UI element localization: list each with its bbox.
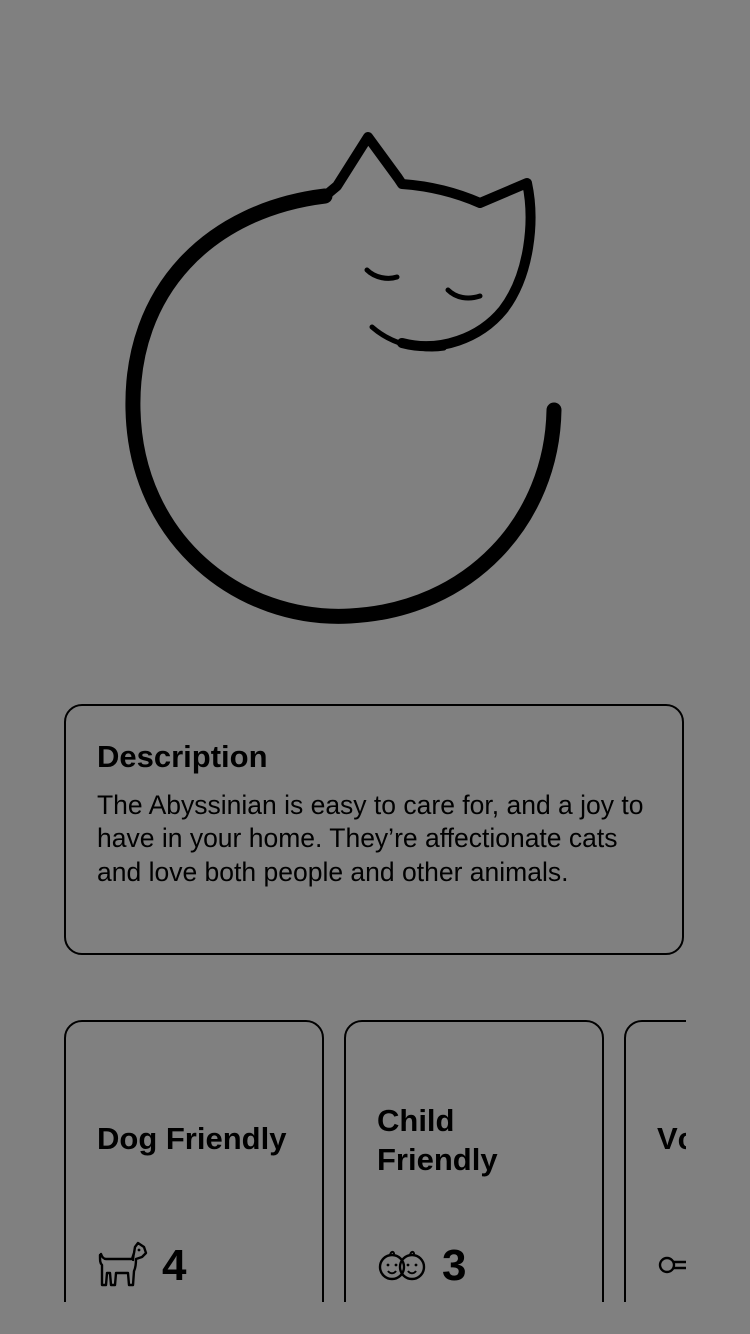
dog-icon <box>96 1239 148 1291</box>
children-faces-icon <box>376 1239 428 1291</box>
description-card: Description The Abyssinian is easy to ca… <box>64 704 684 955</box>
trait-card-partial[interactable]: Vc <box>624 1020 686 1302</box>
trait-title: Vc <box>657 1121 686 1156</box>
sleeping-cat-outline-icon <box>125 132 562 624</box>
key-icon <box>656 1239 686 1291</box>
description-title: Description <box>97 739 268 774</box>
description-text: The Abyssinian is easy to care for, and … <box>97 790 644 887</box>
breed-image <box>0 0 750 680</box>
trait-title: Child Friendly <box>377 1103 498 1177</box>
trait-value: 4 <box>162 1241 187 1290</box>
traits-carousel[interactable]: Dog Friendly 4 Child Friendly 3 V <box>64 1020 686 1302</box>
trait-title: Dog Friendly <box>97 1121 287 1156</box>
trait-card-child-friendly[interactable]: Child Friendly 3 <box>344 1020 604 1302</box>
trait-value: 3 <box>442 1241 467 1290</box>
trait-card-dog-friendly[interactable]: Dog Friendly 4 <box>64 1020 324 1302</box>
